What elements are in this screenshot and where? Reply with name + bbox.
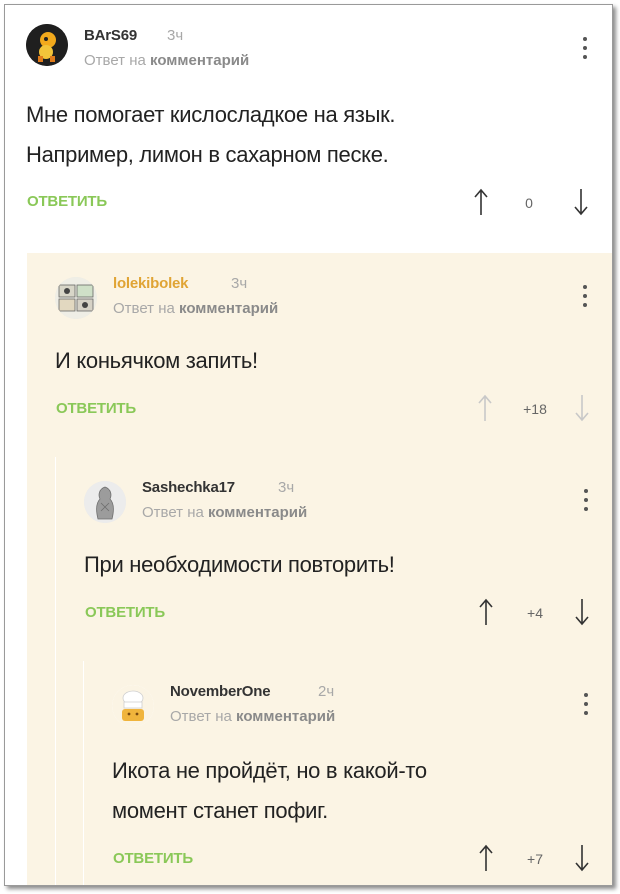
avatar[interactable]	[55, 277, 97, 319]
avatar[interactable]	[112, 685, 154, 727]
reply-button[interactable]: ОТВЕТИТЬ	[85, 604, 165, 621]
reply-prefix: Ответ на	[113, 300, 175, 317]
timestamp: 2ч	[318, 683, 335, 700]
reply-target-link[interactable]: комментарий	[150, 52, 249, 69]
comment-novemberone: NovemberOne 2ч Ответ на комментарий Икот…	[83, 661, 612, 885]
comment-bars69: BArS69 3ч Ответ на комментарий Мне помог…	[5, 5, 612, 253]
vote-score: +18	[523, 401, 547, 417]
avatar[interactable]	[84, 481, 126, 523]
cartoon-character-avatar-icon	[26, 24, 68, 66]
reply-button[interactable]: ОТВЕТИТЬ	[113, 850, 193, 867]
vote-score: +4	[527, 605, 543, 621]
downvote-arrow-icon[interactable]	[573, 187, 589, 217]
comment-line: момент станет пофиг.	[112, 798, 328, 823]
username[interactable]: NovemberOne	[170, 683, 271, 700]
timestamp: 3ч	[167, 27, 184, 44]
comment-text: При необходимости повторить!	[84, 545, 395, 585]
comment-text: И коньячком запить!	[55, 341, 258, 381]
timestamp: 3ч	[278, 479, 295, 496]
comment-text: Икота не пройдёт, но в какой-то момент с…	[112, 751, 427, 831]
more-menu-icon[interactable]	[582, 37, 588, 59]
comic-strip-avatar-icon	[55, 277, 97, 319]
timestamp: 3ч	[231, 275, 248, 292]
username[interactable]: Sashechka17	[142, 479, 235, 496]
vote-score: 0	[525, 195, 533, 211]
comment-line: И коньячком запить!	[55, 348, 258, 373]
reply-target-link[interactable]: комментарий	[236, 708, 335, 725]
reply-button[interactable]: ОТВЕТИТЬ	[56, 400, 136, 417]
reply-to: Ответ на комментарий	[84, 52, 249, 69]
downvote-arrow-icon[interactable]	[574, 597, 590, 627]
more-menu-icon[interactable]	[583, 693, 589, 715]
reply-button[interactable]: ОТВЕТИТЬ	[27, 193, 107, 210]
reply-prefix: Ответ на	[142, 504, 204, 521]
reply-prefix: Ответ на	[170, 708, 232, 725]
reply-target-link[interactable]: комментарий	[208, 504, 307, 521]
avatar[interactable]	[26, 24, 68, 66]
comment-text: Мне помогает кислосладкое на язык. Напри…	[26, 95, 396, 175]
username[interactable]: lolekibolek	[113, 275, 189, 292]
downvote-arrow-icon[interactable]	[574, 843, 590, 873]
more-menu-icon[interactable]	[582, 285, 588, 307]
reply-prefix: Ответ на	[84, 52, 146, 69]
downvote-arrow-icon[interactable]	[574, 393, 590, 423]
comment-line: Мне помогает кислосладкое на язык.	[26, 102, 396, 127]
reply-target-link[interactable]: комментарий	[179, 300, 278, 317]
statue-avatar-icon	[84, 481, 126, 523]
upvote-arrow-icon[interactable]	[473, 187, 489, 217]
upvote-arrow-icon[interactable]	[477, 393, 493, 423]
comment-thread: BArS69 3ч Ответ на комментарий Мне помог…	[4, 4, 613, 886]
upvote-arrow-icon[interactable]	[478, 597, 494, 627]
vote-score: +7	[527, 851, 543, 867]
upvote-arrow-icon[interactable]	[478, 843, 494, 873]
username[interactable]: BArS69	[84, 27, 137, 44]
comment-line: Например, лимон в сахарном песке.	[26, 142, 389, 167]
reply-to: Ответ на комментарий	[113, 300, 278, 317]
chef-avatar-icon	[112, 685, 154, 727]
reply-to: Ответ на комментарий	[170, 708, 335, 725]
more-menu-icon[interactable]	[583, 489, 589, 511]
comment-line: При необходимости повторить!	[84, 552, 395, 577]
reply-to: Ответ на комментарий	[142, 504, 307, 521]
comment-line: Икота не пройдёт, но в какой-то	[112, 758, 427, 783]
